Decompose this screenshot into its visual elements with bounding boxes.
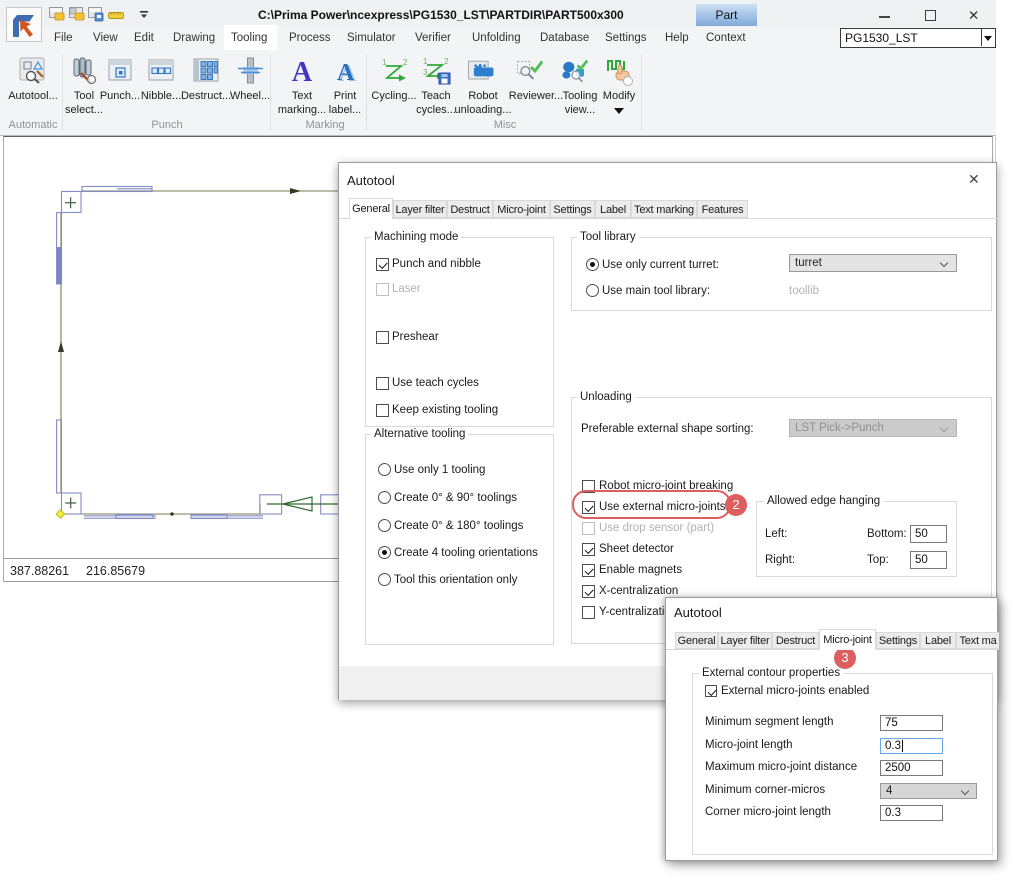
svg-text:2: 2 <box>444 57 449 66</box>
svg-text:2: 2 <box>403 58 408 67</box>
svg-text:A: A <box>292 57 313 86</box>
svg-text:A: A <box>337 60 355 86</box>
